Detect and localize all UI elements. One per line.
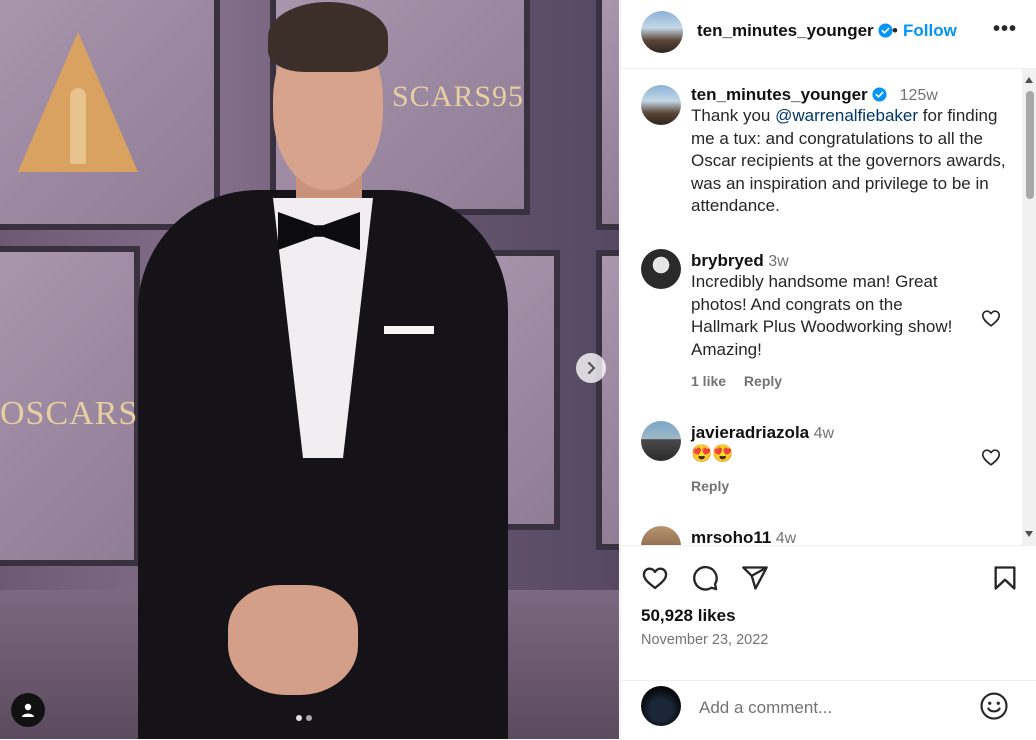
pocket-square: [384, 326, 434, 334]
user-tag-icon: [22, 703, 34, 717]
likes-count[interactable]: 50,928 likes: [641, 606, 736, 626]
follow-button[interactable]: Follow: [903, 21, 957, 41]
comment-icon[interactable]: [691, 564, 719, 592]
caption-username[interactable]: ten_minutes_younger: [691, 85, 868, 104]
comment-text: 😍😍: [691, 444, 734, 463]
comment-reply-button[interactable]: Reply: [691, 478, 729, 494]
post-date[interactable]: November 23, 2022: [641, 632, 768, 648]
owner-avatar[interactable]: [641, 11, 683, 53]
tagged-users-button[interactable]: [11, 693, 45, 727]
comment-username[interactable]: javieradriazola: [691, 423, 809, 442]
mention-link[interactable]: @warrenalfiebaker: [775, 106, 918, 125]
more-options-button[interactable]: •••: [993, 18, 1017, 41]
caption-text: Thank you @warrenalfiebaker for finding …: [691, 106, 1006, 215]
comment-text: Incredibly handsome man! Great photos! A…: [691, 272, 953, 359]
carousel-dot: [306, 715, 312, 721]
oscar-statue: [70, 88, 86, 164]
verified-badge-icon: [872, 87, 887, 102]
man-in-tuxedo: [138, 0, 518, 739]
chevron-right-icon: [587, 361, 596, 375]
commenter-avatar[interactable]: [641, 526, 681, 545]
caption-avatar[interactable]: [641, 85, 681, 125]
post-header: ten_minutes_younger • Follow •••: [621, 0, 1036, 69]
bookmark-icon[interactable]: [991, 564, 1019, 592]
comment-like-count[interactable]: 1 like: [691, 373, 726, 389]
share-icon[interactable]: [741, 564, 769, 592]
comments-list[interactable]: ten_minutes_younger 125w Thank you @warr…: [621, 69, 1036, 546]
comment-time[interactable]: 4w: [814, 425, 834, 442]
comment-like-heart-icon[interactable]: [980, 307, 1002, 329]
scroll-up-arrow[interactable]: [1025, 77, 1033, 83]
comment-time[interactable]: 4w: [776, 530, 796, 545]
caption-time[interactable]: 125w: [900, 87, 938, 104]
scroll-thumb[interactable]: [1026, 91, 1034, 199]
carousel-dot: [296, 715, 302, 721]
emoji-icon[interactable]: [979, 691, 1009, 721]
oscars-wordmark: OSCARS: [0, 395, 139, 432]
comment-like-heart-icon[interactable]: [980, 446, 1002, 468]
post-actions: 50,928 likes November 23, 2022: [621, 546, 1036, 686]
backdrop-panel: [596, 0, 619, 230]
comment-username[interactable]: brybryed: [691, 251, 764, 270]
current-user-avatar: [641, 686, 681, 726]
add-comment-bar: [621, 680, 1036, 740]
comment-time[interactable]: 3w: [768, 253, 788, 270]
header-separator: •: [892, 21, 898, 40]
comment-reply-button[interactable]: Reply: [744, 373, 782, 389]
backdrop-panel: [596, 250, 619, 550]
post-side-panel: ten_minutes_younger • Follow ••• ten_min…: [620, 0, 1036, 739]
comments-scrollbar[interactable]: [1022, 69, 1036, 545]
commenter-avatar[interactable]: [641, 249, 681, 289]
carousel-indicator: [296, 715, 312, 721]
post-photo[interactable]: SCARS95 OSCARS: [0, 0, 619, 739]
owner-username[interactable]: ten_minutes_younger: [697, 21, 893, 41]
commenter-avatar[interactable]: [641, 421, 681, 461]
add-comment-input[interactable]: [697, 696, 961, 720]
next-photo-button[interactable]: [576, 353, 606, 383]
scroll-down-arrow[interactable]: [1025, 531, 1033, 537]
comment-username[interactable]: mrsoho11: [691, 528, 771, 545]
heart-icon[interactable]: [641, 564, 669, 592]
